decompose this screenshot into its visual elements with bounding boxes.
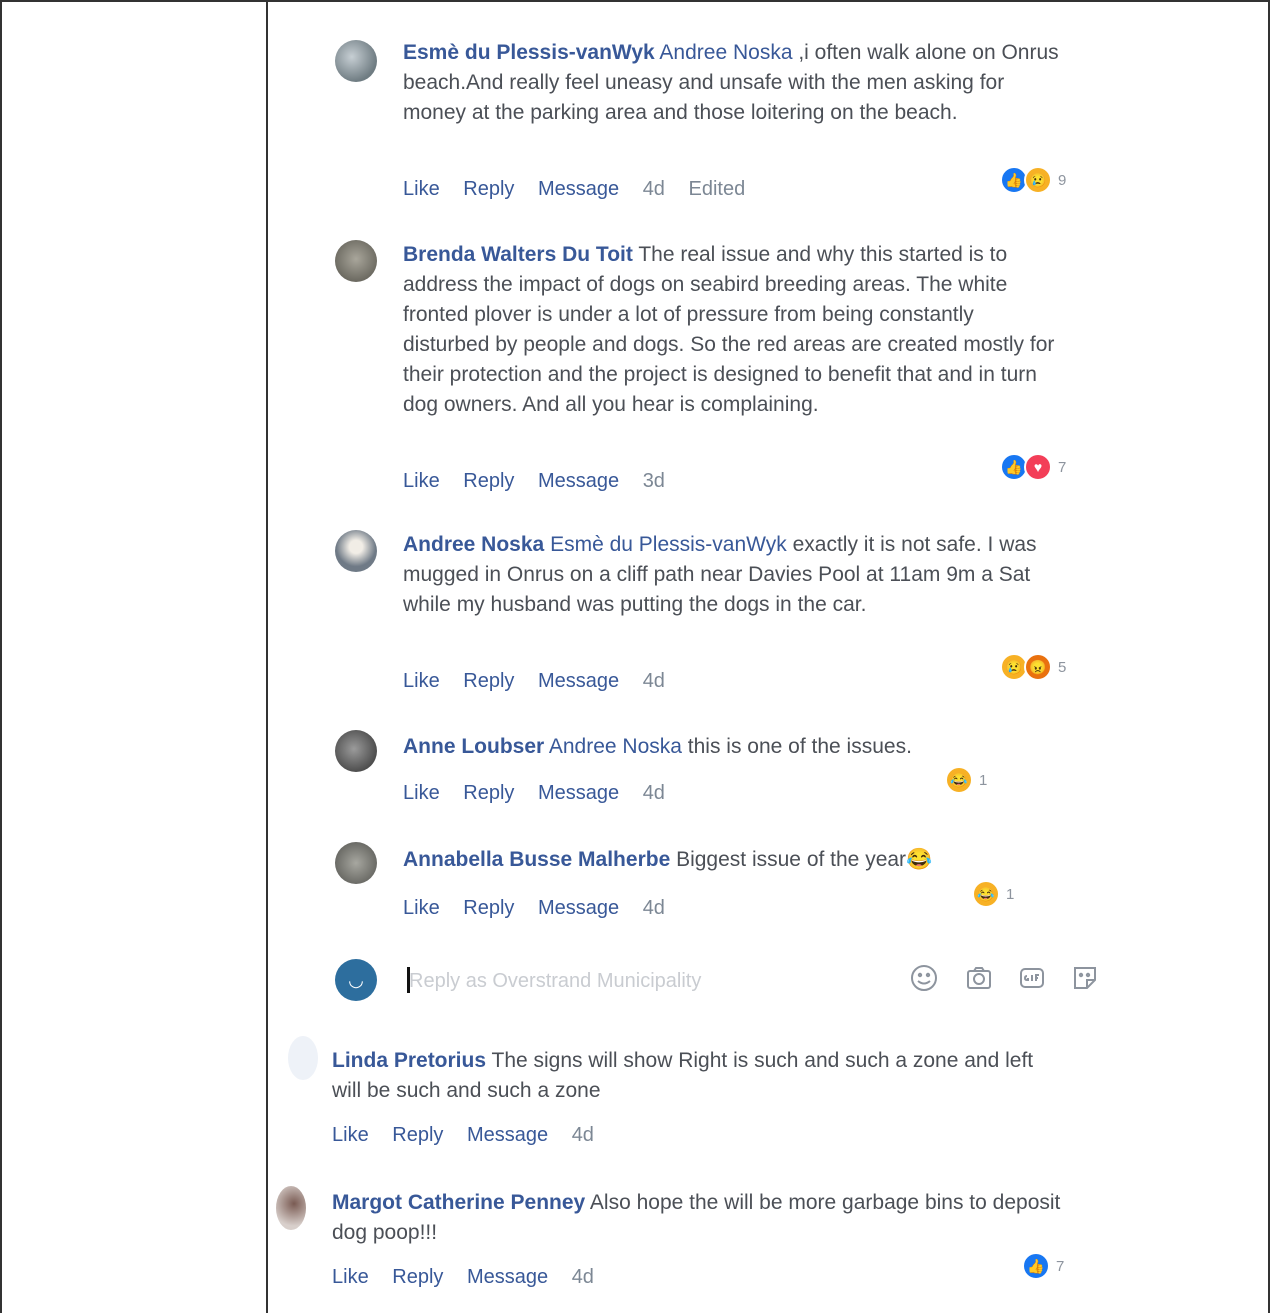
page-avatar: ◡ — [335, 959, 377, 1001]
comment-author[interactable]: Anne Loubser — [403, 735, 544, 758]
comment-actions: Like Reply Message 4d Edited — [403, 178, 763, 201]
like-link[interactable]: Like — [403, 670, 440, 692]
reply-link[interactable]: Reply — [463, 670, 514, 692]
camera-icon[interactable] — [962, 963, 996, 997]
comment-mention[interactable]: Andree Noska — [659, 41, 792, 64]
reaction-summary[interactable]: 👍 7 — [1022, 1252, 1064, 1280]
message-link[interactable]: Message — [538, 470, 619, 492]
avatar[interactable] — [335, 40, 377, 82]
comment-author[interactable]: Annabella Busse Malherbe — [403, 848, 670, 871]
reaction-summary[interactable]: 😂 1 — [972, 880, 1014, 908]
reply-composer: ◡ — [335, 955, 1105, 1005]
reply-link[interactable]: Reply — [463, 178, 514, 200]
timestamp[interactable]: 4d — [643, 670, 665, 692]
message-link[interactable]: Message — [538, 178, 619, 200]
comment-body: Anne Loubser Andree Noska this is one of… — [403, 732, 1063, 762]
reply-link[interactable]: Reply — [392, 1124, 443, 1146]
comment-author[interactable]: Andree Noska — [403, 533, 544, 556]
comment-author[interactable]: Linda Pretorius — [332, 1049, 486, 1072]
timestamp[interactable]: 4d — [572, 1124, 594, 1146]
frame-top-border — [0, 0, 1270, 2]
comment-text: The real issue and why this started is t… — [403, 243, 1055, 416]
haha-icon: 😂 — [972, 880, 1000, 908]
like-link[interactable]: Like — [403, 178, 440, 200]
comment-body: Brenda Walters Du Toit The real issue an… — [403, 240, 1063, 420]
comment-author[interactable]: Margot Catherine Penney — [332, 1191, 585, 1214]
angry-icon: 😠 — [1024, 653, 1052, 681]
sticker-icon[interactable] — [1068, 963, 1102, 997]
message-link[interactable]: Message — [538, 782, 619, 804]
reaction-summary[interactable]: 👍 😢 9 — [1000, 166, 1066, 194]
gif-icon[interactable] — [1015, 963, 1049, 997]
reply-link[interactable]: Reply — [463, 782, 514, 804]
like-icon: 👍 — [1022, 1252, 1050, 1280]
reply-link[interactable]: Reply — [392, 1266, 443, 1288]
comment-body: Esmè du Plessis-vanWyk Andree Noska ,i o… — [403, 38, 1063, 128]
reaction-count: 9 — [1058, 171, 1067, 189]
reply-link[interactable]: Reply — [463, 470, 514, 492]
timestamp[interactable]: 4d — [643, 178, 665, 200]
love-icon: ♥ — [1024, 453, 1052, 481]
timestamp[interactable]: 3d — [643, 470, 665, 492]
comment-author[interactable]: Brenda Walters Du Toit — [403, 243, 633, 266]
avatar[interactable] — [335, 240, 377, 282]
message-link[interactable]: Message — [467, 1124, 548, 1146]
comment-actions: Like Reply Message 3d — [403, 470, 683, 493]
reaction-summary[interactable]: 👍 ♥ 7 — [1000, 453, 1066, 481]
column-divider — [266, 0, 268, 1313]
comment-actions: Like Reply Message 4d — [332, 1266, 612, 1289]
avatar[interactable] — [335, 842, 377, 884]
timestamp[interactable]: 4d — [643, 782, 665, 804]
comment-actions: Like Reply Message 4d — [403, 897, 683, 920]
edited-label[interactable]: Edited — [689, 178, 746, 200]
frame-left-border — [0, 0, 2, 1313]
avatar[interactable] — [288, 1036, 318, 1080]
comment-body: Andree Noska Esmè du Plessis-vanWyk exac… — [403, 530, 1063, 620]
reaction-summary[interactable]: 😢 😠 5 — [1000, 653, 1066, 681]
reply-link[interactable]: Reply — [463, 897, 514, 919]
reaction-count: 7 — [1056, 1257, 1065, 1275]
like-link[interactable]: Like — [403, 782, 440, 804]
comment-actions: Like Reply Message 4d — [403, 670, 683, 693]
avatar[interactable] — [335, 530, 377, 572]
reaction-count: 5 — [1058, 658, 1067, 676]
comment-actions: Like Reply Message 4d — [332, 1124, 612, 1147]
like-link[interactable]: Like — [403, 470, 440, 492]
reply-input[interactable] — [407, 965, 861, 997]
comment-actions: Like Reply Message 4d — [403, 782, 683, 805]
reaction-count: 1 — [979, 771, 988, 789]
comment-mention[interactable]: Andree Noska — [549, 735, 682, 758]
reaction-summary[interactable]: 😂 1 — [945, 766, 987, 794]
message-link[interactable]: Message — [467, 1266, 548, 1288]
comment-body: Annabella Busse Malherbe Biggest issue o… — [403, 845, 1063, 875]
like-link[interactable]: Like — [332, 1124, 369, 1146]
reaction-count: 1 — [1006, 885, 1015, 903]
like-link[interactable]: Like — [332, 1266, 369, 1288]
comment-mention[interactable]: Esmè du Plessis-vanWyk — [550, 533, 787, 556]
message-link[interactable]: Message — [538, 897, 619, 919]
reaction-count: 7 — [1058, 458, 1067, 476]
sad-icon: 😢 — [1024, 166, 1052, 194]
like-link[interactable]: Like — [403, 897, 440, 919]
timestamp[interactable]: 4d — [572, 1266, 594, 1288]
timestamp[interactable]: 4d — [643, 897, 665, 919]
comment-body: Margot Catherine Penney Also hope the wi… — [332, 1188, 1062, 1248]
haha-icon: 😂 — [945, 766, 973, 794]
comment-text: Biggest issue of the year😂 — [670, 848, 933, 871]
emoji-icon[interactable] — [907, 963, 941, 997]
comment-body: Linda Pretorius The signs will show Righ… — [332, 1046, 1062, 1106]
avatar[interactable] — [335, 730, 377, 772]
comment-text: this is one of the issues. — [681, 735, 912, 758]
message-link[interactable]: Message — [538, 670, 619, 692]
comment-author[interactable]: Esmè du Plessis-vanWyk — [403, 41, 655, 64]
avatar[interactable] — [276, 1186, 306, 1230]
text-cursor — [407, 967, 410, 993]
